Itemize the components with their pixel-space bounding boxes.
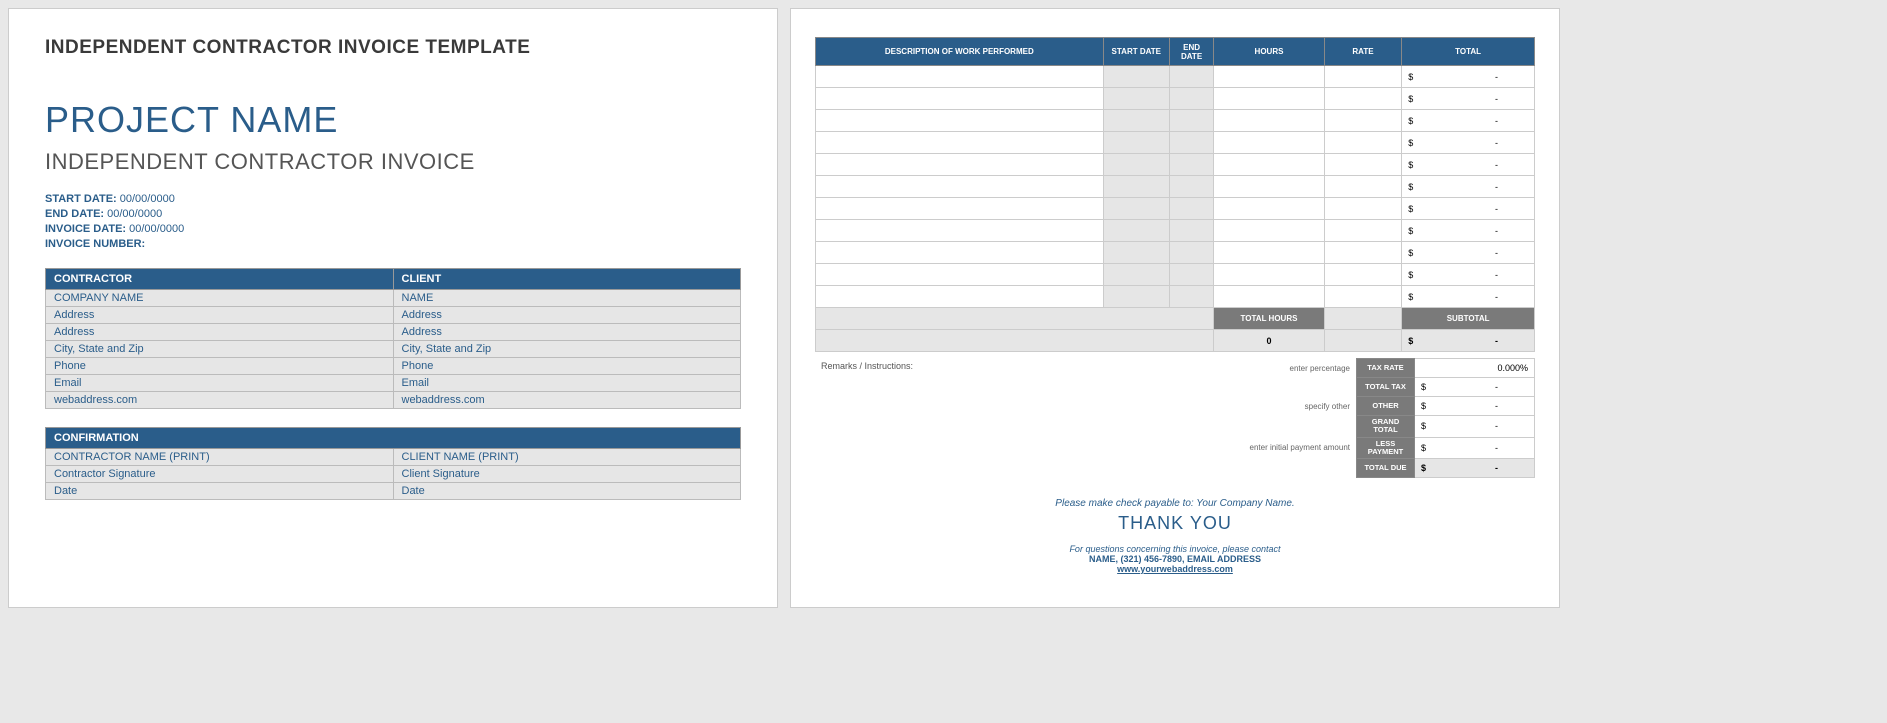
invoice-footer: Please make check payable to: Your Compa…	[815, 498, 1535, 574]
contractor-row: Address	[46, 307, 394, 324]
work-row: $-	[816, 154, 1535, 176]
footer-thanks: THANK YOU	[815, 513, 1535, 534]
hint-tax: enter percentage	[1135, 359, 1357, 378]
client-row: Email	[393, 375, 741, 392]
work-table-header: START DATE	[1103, 38, 1169, 66]
label-grand-total: GRAND TOTAL	[1357, 416, 1415, 438]
hint-other: specify other	[1135, 397, 1357, 416]
label-tax-rate: TAX RATE	[1357, 359, 1415, 378]
footer-web-link[interactable]: www.yourwebaddress.com	[1117, 564, 1233, 574]
work-table-header: DESCRIPTION OF WORK PERFORMED	[816, 38, 1104, 66]
invoice-page-1: INDEPENDENT CONTRACTOR INVOICE TEMPLATE …	[8, 8, 778, 608]
label-total-due: TOTAL DUE	[1357, 459, 1415, 478]
work-table-header: RATE	[1324, 38, 1401, 66]
confirmation-left: Contractor Signature	[46, 466, 394, 483]
client-row: webaddress.com	[393, 392, 741, 409]
meta-invoice-number: INVOICE NUMBER:	[45, 238, 741, 250]
label-total-tax: TOTAL TAX	[1357, 378, 1415, 397]
value-total-due: $-	[1415, 459, 1535, 478]
meta-end-date: END DATE: 00/00/0000	[45, 208, 741, 220]
invoice-subtitle: INDEPENDENT CONTRACTOR INVOICE	[45, 149, 741, 175]
hint-less: enter initial payment amount	[1135, 437, 1357, 459]
meta-start-date: START DATE: 00/00/0000	[45, 193, 741, 205]
subtotal-label: SUBTOTAL	[1402, 308, 1535, 330]
client-row: Address	[393, 307, 741, 324]
confirmation-left: CONTRACTOR NAME (PRINT)	[46, 449, 394, 466]
invoice-page-2: DESCRIPTION OF WORK PERFORMEDSTART DATEE…	[790, 8, 1560, 608]
total-hours-label: TOTAL HOURS	[1214, 308, 1325, 330]
value-tax-rate: 0.000%	[1415, 359, 1535, 378]
contractor-row: City, State and Zip	[46, 341, 394, 358]
work-table-header: END DATE	[1169, 38, 1213, 66]
confirmation-right: CLIENT NAME (PRINT)	[393, 449, 741, 466]
work-row: $-	[816, 286, 1535, 308]
client-header: CLIENT	[393, 269, 741, 290]
confirmation-right: Date	[393, 483, 741, 500]
template-title: INDEPENDENT CONTRACTOR INVOICE TEMPLATE	[45, 37, 741, 59]
contractor-row: Email	[46, 375, 394, 392]
contractor-row: Address	[46, 324, 394, 341]
remarks-label: Remarks / Instructions:	[815, 359, 1135, 378]
confirmation-table: CONFIRMATION CONTRACTOR NAME (PRINT)CLIE…	[45, 427, 741, 500]
work-row: $-	[816, 88, 1535, 110]
confirmation-right: Client Signature	[393, 466, 741, 483]
work-row: $-	[816, 110, 1535, 132]
work-row: $-	[816, 132, 1535, 154]
totals-block: Remarks / Instructions: enter percentage…	[815, 358, 1535, 478]
work-row: $-	[816, 198, 1535, 220]
client-row: Address	[393, 324, 741, 341]
value-other: $-	[1415, 397, 1535, 416]
value-less-payment: $-	[1415, 437, 1535, 459]
contractor-client-table: CONTRACTOR CLIENT COMPANY NAMENAMEAddres…	[45, 268, 741, 409]
work-row: $-	[816, 264, 1535, 286]
label-less-payment: LESS PAYMENT	[1357, 437, 1415, 459]
work-table-header: HOURS	[1214, 38, 1325, 66]
client-row: NAME	[393, 290, 741, 307]
meta-invoice-date: INVOICE DATE: 00/00/0000	[45, 223, 741, 235]
confirmation-left: Date	[46, 483, 394, 500]
work-table-header: TOTAL	[1402, 38, 1535, 66]
value-total-tax: $-	[1415, 378, 1535, 397]
confirmation-header: CONFIRMATION	[46, 428, 741, 449]
work-row: $-	[816, 242, 1535, 264]
footer-payable: Please make check payable to: Your Compa…	[815, 498, 1535, 509]
total-hours-value: 0	[1214, 330, 1325, 352]
label-other: OTHER	[1357, 397, 1415, 416]
client-row: City, State and Zip	[393, 341, 741, 358]
contractor-row: Phone	[46, 358, 394, 375]
project-name: PROJECT NAME	[45, 99, 741, 141]
client-row: Phone	[393, 358, 741, 375]
work-row: $-	[816, 66, 1535, 88]
contractor-header: CONTRACTOR	[46, 269, 394, 290]
work-row: $-	[816, 220, 1535, 242]
contractor-row: COMPANY NAME	[46, 290, 394, 307]
contractor-row: webaddress.com	[46, 392, 394, 409]
footer-contact-line: NAME, (321) 456-7890, EMAIL ADDRESS	[815, 554, 1535, 564]
work-row: $-	[816, 176, 1535, 198]
work-performed-table: DESCRIPTION OF WORK PERFORMEDSTART DATEE…	[815, 37, 1535, 352]
subtotal-value: $ -	[1402, 330, 1535, 352]
footer-contact-intro: For questions concerning this invoice, p…	[815, 544, 1535, 554]
value-grand-total: $-	[1415, 416, 1535, 438]
